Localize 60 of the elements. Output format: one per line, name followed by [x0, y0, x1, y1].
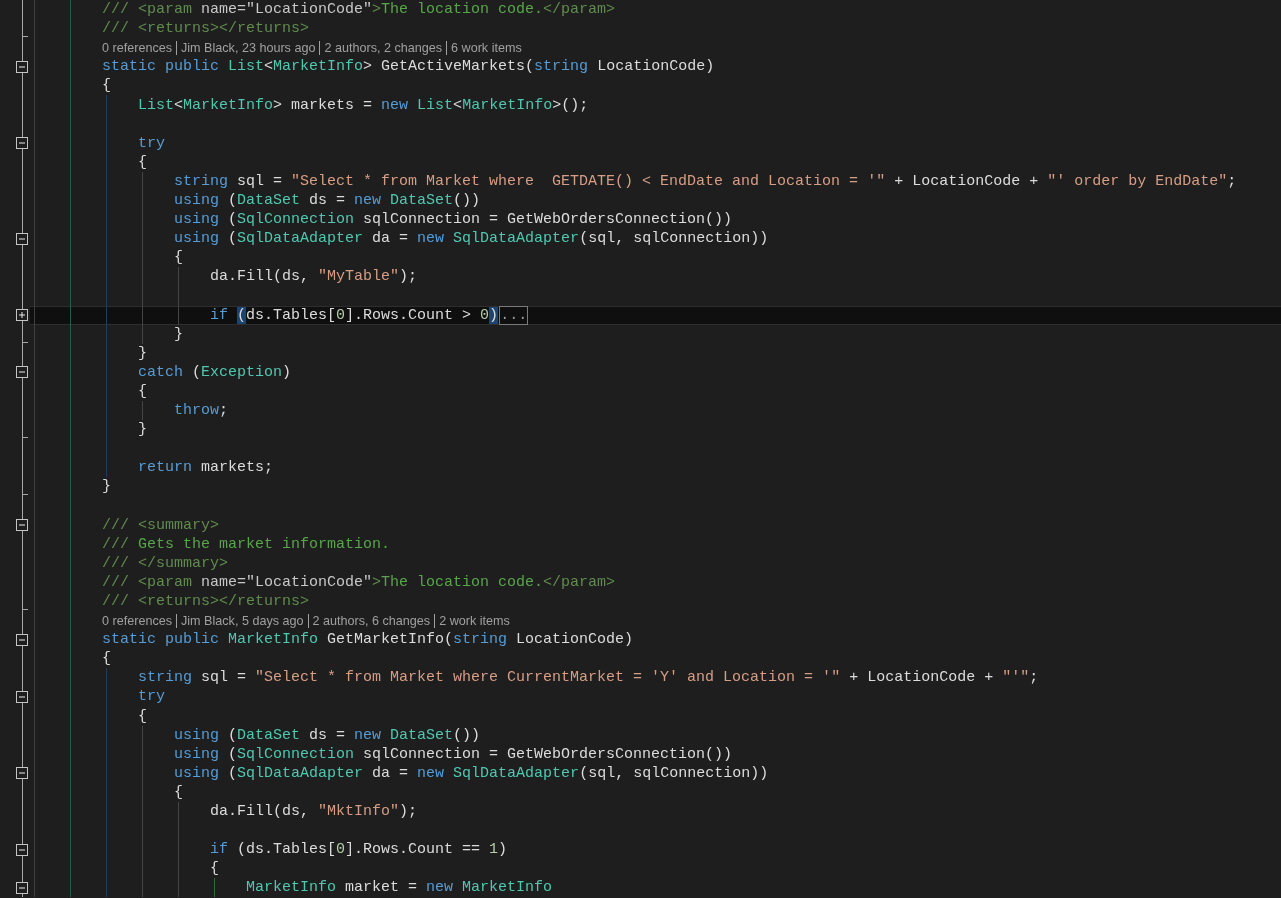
- minus-box-icon[interactable]: [16, 60, 28, 73]
- code-line: {: [102, 76, 111, 96]
- code-line: /// Gets the market information.: [102, 534, 391, 554]
- code-line: {: [210, 859, 219, 879]
- codelens-link[interactable]: 2 work items: [434, 613, 514, 628]
- code-line: throw;: [174, 401, 229, 420]
- minus-box-icon[interactable]: [16, 137, 28, 150]
- code-line: try: [138, 687, 165, 707]
- code-line: /// <summary>: [102, 515, 220, 535]
- codelens-link[interactable]: Jim Black, 23 hours ago: [176, 40, 320, 55]
- minus-box-icon[interactable]: [16, 767, 28, 780]
- code-line: string sql = "Select * from Market where CurrentMarket = 'Y' and Location = '" + LocationCode + "'";: [138, 668, 1039, 688]
- code-line: return markets;: [138, 458, 274, 478]
- code-line: using (SqlDataAdapter da = new SqlDataAdapter(sql, sqlConnection)): [174, 763, 769, 783]
- code-line: /// <param name="LocationCode">The location code.</param>: [102, 0, 616, 20]
- code-line: catch (Exception): [138, 362, 292, 382]
- code-line: }: [138, 343, 147, 363]
- code-line: if (ds.Tables[0].Rows.Count == 1): [210, 840, 508, 860]
- code-line: List<MarketInfo> markets = new List<MarketInfo>();: [138, 95, 589, 115]
- code-line: using (SqlDataAdapter da = new SqlDataAdapter(sql, sqlConnection)): [174, 229, 769, 249]
- minus-box-icon[interactable]: [16, 633, 28, 646]
- code-line: }: [138, 420, 147, 440]
- code-line: {: [138, 706, 147, 726]
- minus-box-icon[interactable]: [16, 519, 28, 532]
- code-line: MarketInfo market = new MarketInfo: [246, 878, 553, 898]
- code-line: using (SqlConnection sqlConnection = GetWebOrdersConnection()): [174, 210, 733, 230]
- minus-box-icon[interactable]: [16, 232, 28, 245]
- code-line: string sql = "Select * from Market where GETDATE() < EndDate and Location = '" + LocationCode + "' order by EndDate";: [174, 171, 1237, 191]
- code-line: using (DataSet ds = new DataSet()): [174, 725, 481, 745]
- code-line: static public MarketInfo GetMarketInfo(string LocationCode): [102, 630, 634, 650]
- codelens-link[interactable]: 2 authors, 6 changes: [307, 613, 435, 628]
- code-line: }: [102, 477, 111, 497]
- codelens-link[interactable]: 6 work items: [446, 40, 526, 55]
- codelens-link[interactable]: 2 authors, 2 changes: [319, 40, 447, 55]
- code-line: /// <returns></returns>: [102, 591, 310, 611]
- code-line: /// <param name="LocationCode">The location code.</param>: [102, 572, 616, 592]
- code-line: {: [138, 152, 147, 172]
- code-line: using (DataSet ds = new DataSet()): [174, 191, 481, 210]
- codelens-link[interactable]: 0 references: [102, 613, 176, 628]
- code-line: static public List<MarketInfo> GetActiveMarkets(string LocationCode): [102, 57, 715, 77]
- code-line: /// </summary>: [102, 553, 229, 573]
- codelens-link[interactable]: Jim Black, 5 days ago: [176, 613, 308, 628]
- code-line: try: [138, 133, 165, 153]
- collapsed-code-marker[interactable]: ...: [499, 305, 529, 325]
- code-line: {: [138, 381, 147, 401]
- code-line: {: [174, 248, 183, 268]
- minus-box-icon[interactable]: [16, 690, 28, 703]
- minus-box-icon[interactable]: [16, 843, 28, 856]
- code-line: }: [174, 324, 183, 344]
- minus-box-icon[interactable]: [16, 366, 28, 379]
- code-line: {: [102, 649, 111, 669]
- minus-box-icon[interactable]: [16, 881, 28, 894]
- code-line: if (ds.Tables[0].Rows.Count > 0): [210, 305, 499, 325]
- plus-box-icon[interactable]: [16, 309, 28, 322]
- code-line: da.Fill(ds, "MyTable");: [210, 267, 418, 287]
- code-line: /// <returns></returns>: [102, 19, 310, 39]
- code-line: using (SqlConnection sqlConnection = GetWebOrdersConnection()): [174, 744, 733, 764]
- code-line: da.Fill(ds, "MktInfo");: [210, 802, 418, 821]
- code-line: {: [174, 782, 183, 802]
- codelens-link[interactable]: 0 references: [102, 40, 176, 55]
